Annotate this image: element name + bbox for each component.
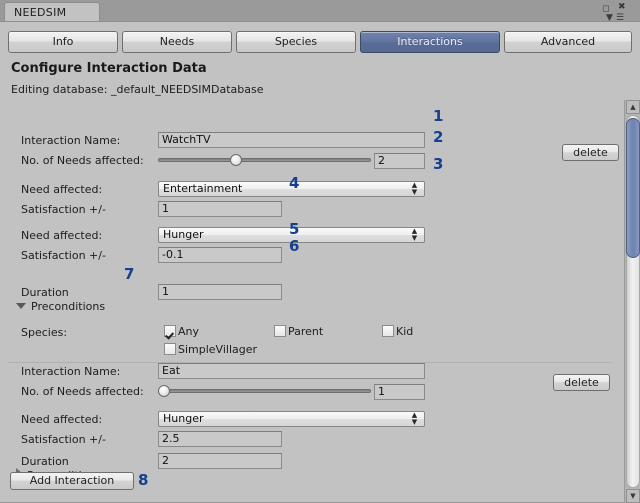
annotation-7: 7: [124, 265, 135, 283]
page-title: Configure Interaction Data: [11, 61, 207, 76]
interactions-scroll-view: Interaction Name: WatchTV No. of Needs a…: [0, 100, 640, 503]
interaction-1-satisfaction-0-input[interactable]: 2.5: [158, 431, 282, 447]
interaction-0-delete-label: delete: [573, 146, 608, 159]
slider-track: [158, 158, 371, 162]
interaction-1-needs-count-input[interactable]: 1: [374, 384, 425, 400]
interaction-0-species-any-label: Any: [178, 325, 200, 338]
interaction-1-needs-count-label: No. of Needs affected:: [21, 385, 144, 398]
tab-species-label: Species: [274, 35, 318, 48]
interaction-0-needs-count-input[interactable]: 2: [374, 153, 425, 169]
interaction-1-needs-count-slider[interactable]: [158, 384, 371, 398]
annotation-4: 4: [289, 174, 300, 192]
tab-advanced-label: Advanced: [540, 35, 596, 48]
annotation-8: 8: [138, 471, 149, 489]
add-interaction-button[interactable]: Add Interaction: [10, 472, 134, 490]
interaction-1-delete-label: delete: [564, 376, 599, 389]
interaction-1-satisfaction-0-label: Satisfaction +/-: [21, 433, 106, 446]
chevron-updown-icon: ▲ ▼: [411, 411, 418, 426]
slider-knob[interactable]: [158, 385, 170, 397]
interaction-0-satisfaction-0-input[interactable]: 1: [158, 201, 282, 217]
interaction-1-need-0-value: Hunger: [163, 412, 204, 425]
interaction-0-need-1-value: Hunger: [163, 228, 204, 241]
interaction-0-satisfaction-1-label: Satisfaction +/-: [21, 249, 106, 262]
tab-info[interactable]: Info: [8, 31, 118, 53]
tab-interactions-label: Interactions: [397, 35, 463, 48]
interaction-0-need-0-value: Entertainment: [163, 182, 243, 195]
checkbox-icon[interactable]: [164, 325, 176, 337]
panel-body: Info Needs Species Interactions Advanced…: [0, 21, 640, 503]
tab-needs[interactable]: Needs: [122, 31, 232, 53]
chevron-updown-icon: ▲ ▼: [411, 181, 418, 196]
window-tab-label: NEEDSIM: [14, 6, 67, 19]
interaction-0-need-1-label: Need affected:: [21, 229, 103, 242]
interaction-0-duration-input[interactable]: 1: [158, 284, 282, 300]
tab-advanced[interactable]: Advanced: [504, 31, 632, 53]
interaction-0-species-simplevillager-label: SimpleVillager: [178, 343, 258, 356]
interaction-0-name-input[interactable]: WatchTV: [158, 132, 425, 148]
tab-needs-label: Needs: [159, 35, 195, 48]
category-tab-row: Info Needs Species Interactions Advanced: [8, 31, 632, 53]
checkbox-icon[interactable]: [274, 325, 286, 337]
annotation-6: 6: [289, 237, 300, 255]
vertical-scrollbar[interactable]: ▲ ▼: [624, 100, 640, 503]
interaction-0-species-label: Species:: [21, 326, 68, 339]
interaction-0-species-kid[interactable]: Kid: [382, 325, 413, 339]
interaction-0-need-0-label: Need affected:: [21, 183, 103, 196]
interaction-0-needs-count-label: No. of Needs affected:: [21, 154, 144, 167]
editing-database-text: Editing database: _default_NEEDSIMDataba…: [11, 83, 264, 96]
chevron-updown-icon: ▲ ▼: [411, 227, 418, 242]
annotation-3: 3: [433, 155, 444, 173]
checkbox-icon[interactable]: [382, 325, 394, 337]
interaction-0-satisfaction-1-input[interactable]: -0.1: [158, 247, 282, 263]
tab-interactions[interactable]: Interactions: [360, 31, 500, 53]
scroll-up-arrow-icon[interactable]: ▲: [626, 100, 640, 114]
interaction-0-species-any[interactable]: Any: [164, 325, 199, 339]
window-controls: ◻ ✖ ☰ ▼: [602, 2, 636, 23]
interaction-0-name-label: Interaction Name:: [21, 134, 121, 147]
interaction-1-delete-button[interactable]: delete: [553, 374, 610, 391]
interaction-1-need-0-dropdown[interactable]: Hunger ▲ ▼: [158, 411, 425, 427]
window-tab-strip: NEEDSIM ◻ ✖ ☰ ▼: [0, 0, 640, 23]
interaction-1-name-label: Interaction Name:: [21, 365, 121, 378]
interaction-0-delete-button[interactable]: delete: [562, 144, 619, 161]
add-interaction-label: Add Interaction: [29, 474, 115, 487]
close-icon[interactable]: ✖: [618, 3, 626, 12]
interaction-1-duration-label: Duration: [21, 455, 69, 468]
interaction-1-name-input[interactable]: Eat: [158, 363, 425, 379]
interaction-0-needs-count-slider[interactable]: [158, 153, 371, 167]
slider-track: [158, 389, 371, 393]
interaction-0-species-parent-label: Parent: [288, 325, 324, 338]
interaction-0-species-parent[interactable]: Parent: [274, 325, 323, 339]
interaction-0-satisfaction-0-label: Satisfaction +/-: [21, 203, 106, 216]
annotation-5: 5: [289, 220, 300, 238]
checkbox-icon[interactable]: [164, 343, 176, 355]
interaction-1-need-0-label: Need affected:: [21, 413, 103, 426]
slider-knob[interactable]: [230, 154, 242, 166]
unity-editor-window: NEEDSIM ◻ ✖ ☰ ▼ Info Needs Species Inter…: [0, 0, 640, 503]
tab-info-label: Info: [52, 35, 74, 48]
interaction-0-species-simplevillager[interactable]: SimpleVillager: [164, 343, 257, 357]
interaction-0-preconditions-label: Preconditions: [31, 300, 106, 313]
interaction-0-species-kid-label: Kid: [396, 325, 414, 338]
interaction-0-preconditions-foldout[interactable]: Preconditions: [16, 300, 105, 313]
scrollbar-thumb[interactable]: [626, 118, 640, 258]
window-tab-needsim[interactable]: NEEDSIM: [4, 2, 100, 21]
interaction-1-duration-input[interactable]: 2: [158, 453, 282, 469]
interaction-0-duration-label: Duration: [21, 286, 69, 299]
scroll-down-arrow-icon[interactable]: ▼: [626, 489, 640, 503]
triangle-down-icon: [16, 303, 26, 309]
annotation-2: 2: [433, 128, 444, 146]
annotation-1: 1: [433, 107, 444, 125]
tab-species[interactable]: Species: [236, 31, 356, 53]
